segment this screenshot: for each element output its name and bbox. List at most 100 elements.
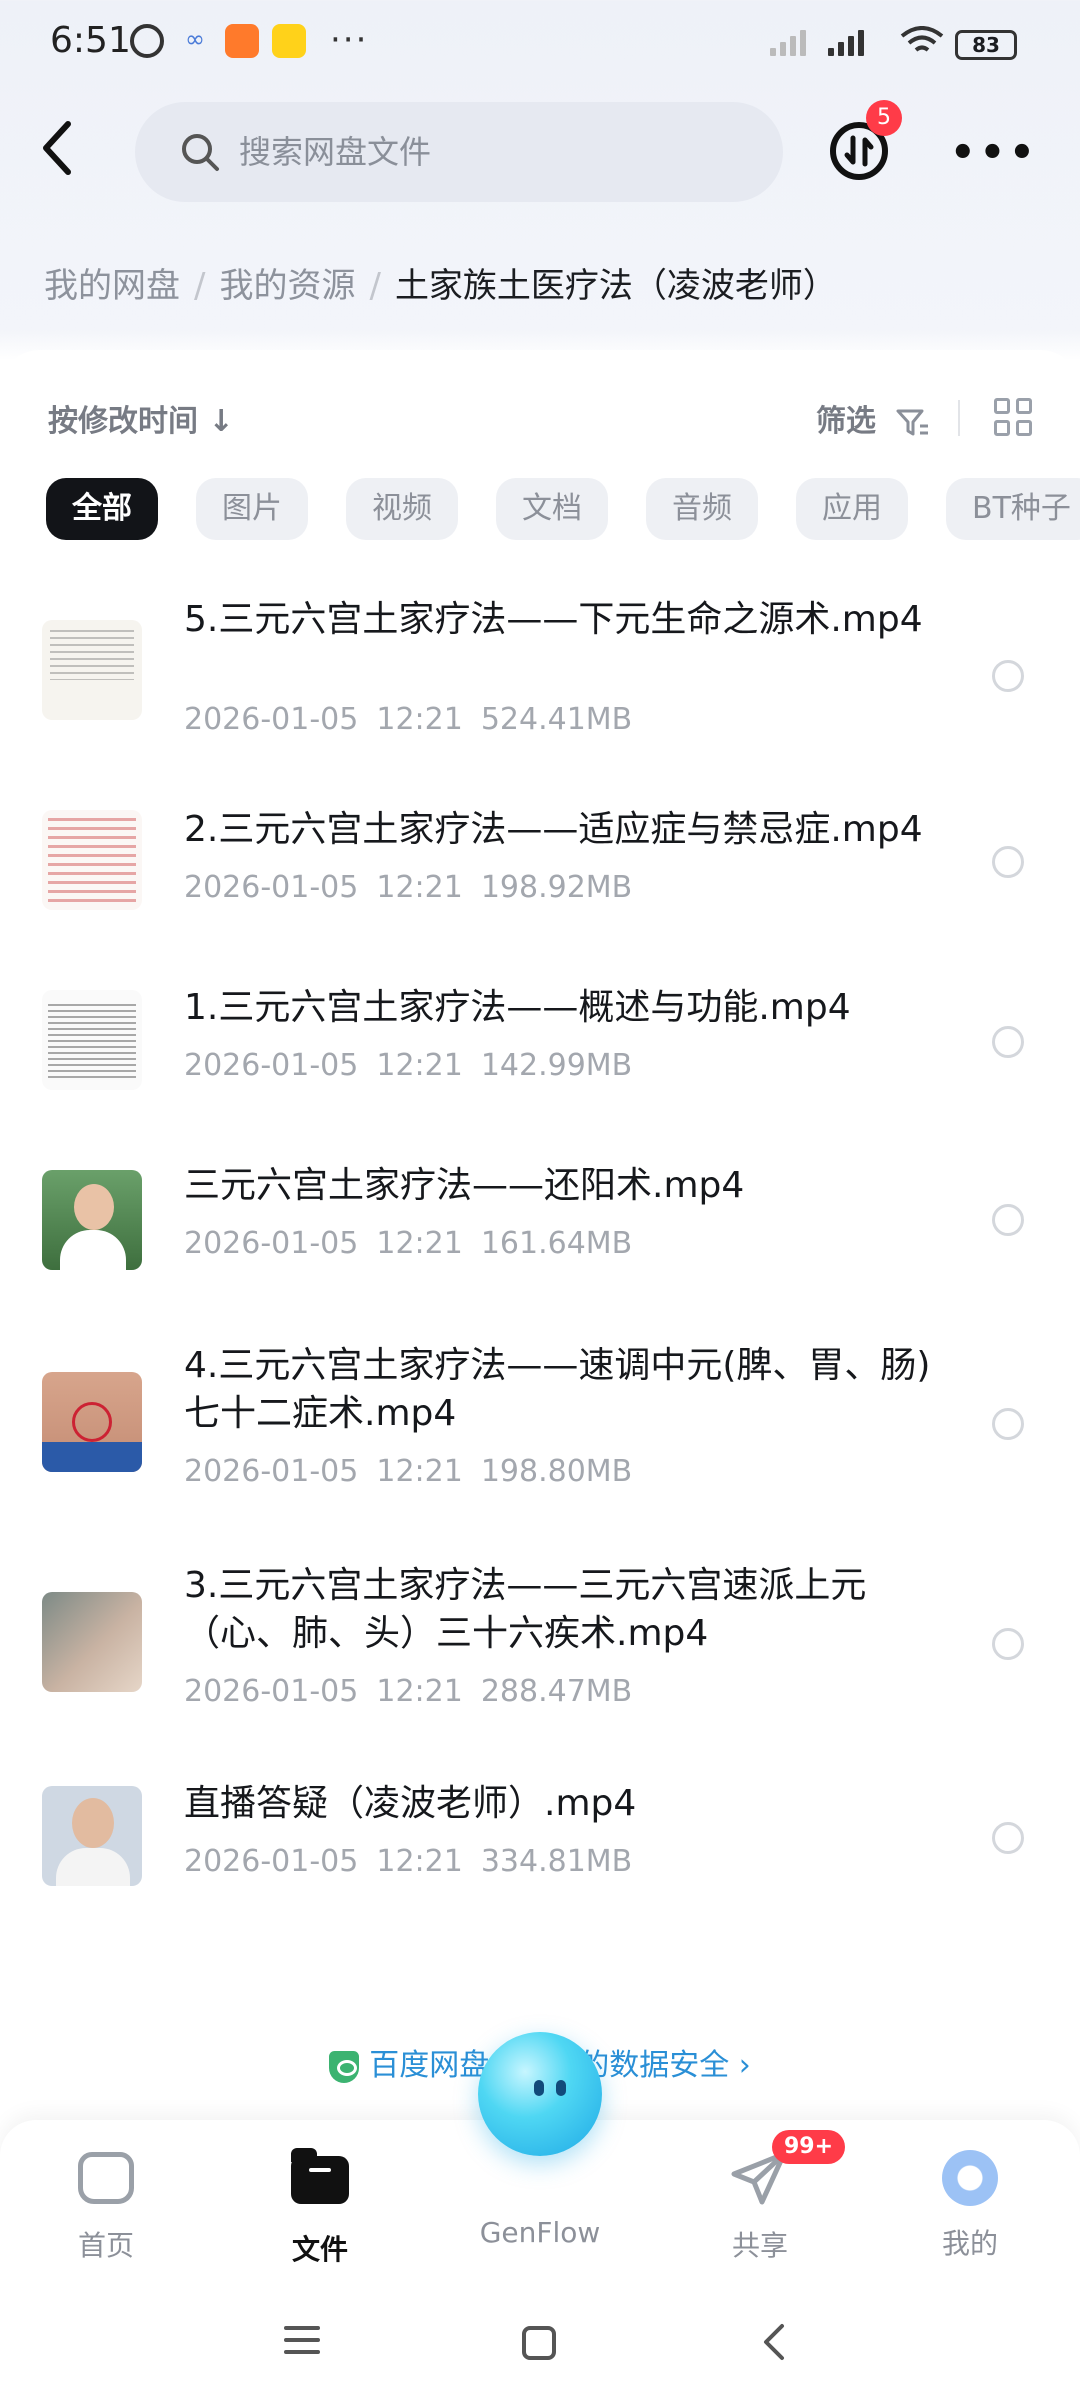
file-meta: 2026-01-05 12:21 198.80MB [184, 1454, 632, 1489]
file-meta: 2026-01-05 12:21 334.81MB [184, 1844, 632, 1879]
signal-sim2-icon [828, 30, 864, 56]
video-thumbnail [42, 620, 142, 720]
app-notification-icon [272, 24, 306, 58]
filter-icon [896, 409, 929, 435]
select-checkbox[interactable] [992, 846, 1024, 878]
nav-files[interactable]: 文件 [250, 2148, 390, 2268]
file-row[interactable]: 直播答疑（凌波老师）.mp4 2026-01-05 12:21 334.81MB [0, 1770, 1080, 1910]
file-row[interactable]: 1.三元六宫土家疗法——概述与功能.mp4 2026-01-05 12:21 142… [0, 970, 1080, 1110]
tab-images[interactable]: 图片 [196, 478, 308, 540]
video-thumbnail [42, 1592, 142, 1692]
system-back-button[interactable] [760, 2322, 790, 2362]
shield-icon [329, 2050, 360, 2083]
nav-home[interactable]: 首页 [36, 2148, 176, 2264]
file-meta: 2026-01-05 12:21 161.64MB [184, 1226, 632, 1261]
folder-icon [290, 2148, 350, 2216]
file-time: 12:21 [376, 702, 463, 737]
file-meta: 2026-01-05 12:21 288.47MB [184, 1674, 632, 1709]
search-box[interactable] [135, 102, 783, 202]
file-size: 198.92MB [480, 870, 633, 905]
select-checkbox[interactable] [992, 1822, 1024, 1854]
video-thumbnail [42, 1372, 142, 1472]
file-date: 2026-01-05 [184, 1454, 359, 1489]
file-row[interactable]: 三元六宫土家疗法——还阳术.mp4 2026-01-05 12:21 161.64M… [0, 1150, 1080, 1290]
file-row[interactable]: 4.三元六宫土家疗法——速调中元(脾、胃、肠)七十二症术.mp4 2026-01… [0, 1330, 1080, 1510]
sort-by-modified-time-button[interactable]: 按修改时间 ↓ [48, 396, 234, 440]
genflow-eye-icon [556, 2080, 566, 2096]
transfer-arrows-icon [844, 135, 874, 167]
share-count-badge: 99+ [772, 2130, 846, 2164]
file-type-tabs: 全部 图片 视频 文档 音频 应用 BT种子 [46, 478, 1080, 540]
signal-sim1-icon [770, 30, 806, 56]
file-name: 3.三元六宫土家疗法——三元六宫速派上元（心、肺、头）三十六疾术.mp4 [184, 1565, 867, 1654]
file-row[interactable]: 2.三元六宫土家疗法——适应症与禁忌症.mp4 2026-01-05 12:21 1… [0, 790, 1080, 930]
breadcrumb-separator: / [194, 266, 206, 306]
nav-share-label: 共享 [731, 2229, 788, 2262]
nav-share[interactable]: 共享 [690, 2148, 830, 2264]
tab-bt-torrents[interactable]: BT种子 [946, 478, 1080, 540]
grid-view-button[interactable] [994, 398, 1032, 436]
nav-me[interactable]: 我的 [900, 2148, 1040, 2262]
file-name: 4.三元六宫土家疗法——速调中元(脾、胃、肠)七十二症术.mp4 [184, 1345, 931, 1434]
file-date: 2026-01-05 [184, 870, 359, 905]
alarm-icon [130, 24, 164, 58]
genflow-eye-icon [534, 2080, 544, 2096]
wifi-icon [900, 26, 944, 52]
more-notifications-icon: ··· [330, 20, 369, 60]
tab-videos[interactable]: 视频 [346, 478, 458, 540]
file-size: 288.47MB [480, 1674, 633, 1709]
breadcrumb-my-netdisk[interactable]: 我的网盘 [44, 266, 180, 306]
file-name: 5.三元六宫土家疗法——下元生命之源术.mp4 [184, 599, 923, 640]
genflow-button[interactable] [478, 2032, 602, 2156]
file-row[interactable]: 5.三元六宫土家疗法——下元生命之源术.mp4 2026-01-05 12:21 5… [0, 590, 1080, 750]
file-time: 12:21 [376, 1226, 463, 1261]
status-time: 6:51 [50, 20, 131, 61]
system-navigation-bar [0, 2290, 1080, 2400]
file-date: 2026-01-05 [184, 1844, 359, 1879]
nav-me-label: 我的 [941, 2227, 998, 2260]
transfer-count-badge: 5 [866, 100, 902, 136]
status-bar: 6:51 ∞ ··· 83 [0, 0, 1080, 90]
filter-label: 筛选 [816, 404, 876, 439]
home-button[interactable] [522, 2326, 556, 2360]
file-name: 三元六宫土家疗法——还阳术.mp4 [184, 1165, 745, 1206]
back-button[interactable] [38, 118, 78, 178]
file-row[interactable]: 3.三元六宫土家疗法——三元六宫速派上元（心、肺、头）三十六疾术.mp4 202… [0, 1550, 1080, 1730]
file-meta: 2026-01-05 12:21 198.92MB [184, 870, 632, 905]
file-time: 12:21 [376, 1674, 463, 1709]
filter-button[interactable]: 筛选 [816, 396, 930, 440]
nav-home-label: 首页 [77, 2229, 134, 2262]
video-thumbnail [42, 990, 142, 1090]
breadcrumb-my-resources[interactable]: 我的资源 [219, 266, 355, 306]
file-name: 2.三元六宫土家疗法——适应症与禁忌症.mp4 [184, 809, 923, 850]
baidu-netdisk-notification-icon: ∞ [185, 25, 205, 53]
toolbar-divider [958, 400, 960, 436]
file-meta: 2026-01-05 12:21 142.99MB [184, 1048, 632, 1083]
tab-all[interactable]: 全部 [46, 478, 158, 540]
avatar-icon [940, 2150, 1000, 2210]
file-time: 12:21 [376, 870, 463, 905]
tab-audio[interactable]: 音频 [646, 478, 758, 540]
file-meta: 2026-01-05 12:21 524.41MB [184, 702, 632, 737]
file-date: 2026-01-05 [184, 1674, 359, 1709]
file-size: 524.41MB [480, 702, 633, 737]
select-checkbox[interactable] [992, 1204, 1024, 1236]
select-checkbox[interactable] [992, 1408, 1024, 1440]
file-size: 161.64MB [480, 1226, 633, 1261]
video-thumbnail [42, 1170, 142, 1270]
nav-genflow-label: GenFlow [479, 2216, 601, 2249]
breadcrumb: 我的网盘 / 我的资源 / 土家族土医疗法（凌波老师） [44, 258, 837, 307]
tab-apps[interactable]: 应用 [796, 478, 908, 540]
file-name: 直播答疑（凌波老师）.mp4 [184, 1783, 637, 1824]
video-thumbnail [42, 810, 142, 910]
select-checkbox[interactable] [992, 1628, 1024, 1660]
tab-documents[interactable]: 文档 [496, 478, 608, 540]
recent-apps-button[interactable] [284, 2326, 320, 2362]
search-input[interactable] [239, 102, 739, 202]
select-checkbox[interactable] [992, 660, 1024, 692]
more-options-button[interactable]: ••• [950, 130, 1039, 176]
file-size: 142.99MB [480, 1048, 633, 1083]
file-size: 198.80MB [480, 1454, 633, 1489]
video-thumbnail [42, 1786, 142, 1886]
select-checkbox[interactable] [992, 1026, 1024, 1058]
